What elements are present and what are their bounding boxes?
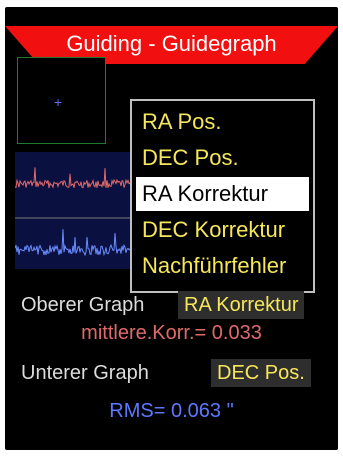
lower-graph-value[interactable]: DEC Pos. bbox=[211, 359, 311, 387]
lower-graph-trace bbox=[15, 229, 133, 257]
menu-item-nachfuehrfehler[interactable]: Nachführfehler bbox=[136, 249, 309, 283]
device-screen: Guiding - Guidegraph + RA Pos. DEC Pos. … bbox=[5, 7, 338, 450]
menu-item-dec-pos[interactable]: DEC Pos. bbox=[136, 141, 309, 175]
upper-graph-trace bbox=[15, 167, 133, 190]
guide-star-box: + bbox=[17, 57, 106, 144]
rms-readout: RMS= 0.063 " bbox=[109, 400, 234, 422]
menu-item-dec-korrektur[interactable]: DEC Korrektur bbox=[136, 213, 309, 247]
crosshair-icon: + bbox=[54, 94, 63, 110]
mean-correction-readout: mittlere.Korr.= 0.033 bbox=[81, 322, 262, 344]
menu-item-ra-korrektur[interactable]: RA Korrektur bbox=[136, 177, 309, 211]
upper-graph-value[interactable]: RA Korrektur bbox=[178, 291, 305, 319]
guide-graph-svg bbox=[15, 167, 133, 257]
graph-select-menu: RA Pos. DEC Pos. RA Korrektur DEC Korrek… bbox=[130, 99, 315, 293]
menu-item-ra-pos[interactable]: RA Pos. bbox=[136, 105, 309, 139]
page-title: Guiding - Guidegraph bbox=[66, 31, 277, 56]
guide-graph bbox=[15, 152, 133, 269]
